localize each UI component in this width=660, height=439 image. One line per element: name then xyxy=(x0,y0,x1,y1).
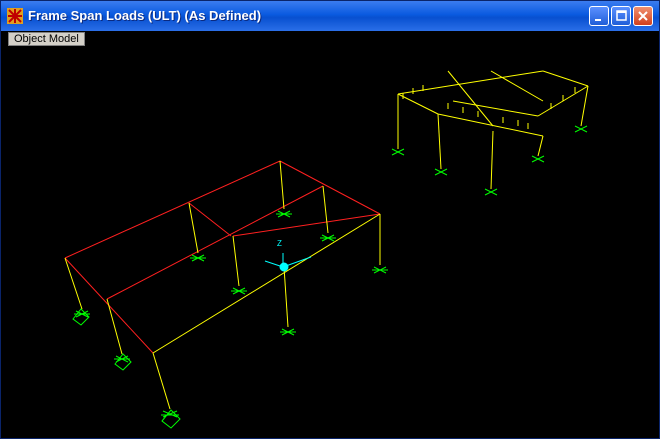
supports-left xyxy=(72,210,388,429)
model-viewport[interactable]: Z Object Model xyxy=(3,31,657,436)
tab-object-model[interactable]: Object Model xyxy=(8,32,85,46)
minimize-icon xyxy=(595,19,601,21)
global-axes: Z xyxy=(264,239,312,272)
app-icon[interactable] xyxy=(7,8,23,24)
close-button[interactable] xyxy=(633,6,653,26)
left-frame-model: Z xyxy=(64,160,388,429)
minimize-button[interactable] xyxy=(589,6,609,26)
maximize-button[interactable] xyxy=(611,6,631,26)
window-title: Frame Span Loads (ULT) (As Defined) xyxy=(28,8,262,23)
loaded-beams xyxy=(64,160,381,354)
frame-members xyxy=(64,160,381,410)
axis-z-label: Z xyxy=(277,239,282,248)
frame-model-canvas[interactable]: Z xyxy=(3,31,657,436)
right-frame-model xyxy=(391,70,589,196)
title-bar[interactable]: Frame Span Loads (ULT) (As Defined) xyxy=(1,1,659,31)
app-window: Frame Span Loads (ULT) (As Defined) Z Ob… xyxy=(0,0,660,439)
close-icon xyxy=(638,11,648,21)
maximize-icon xyxy=(616,10,627,21)
